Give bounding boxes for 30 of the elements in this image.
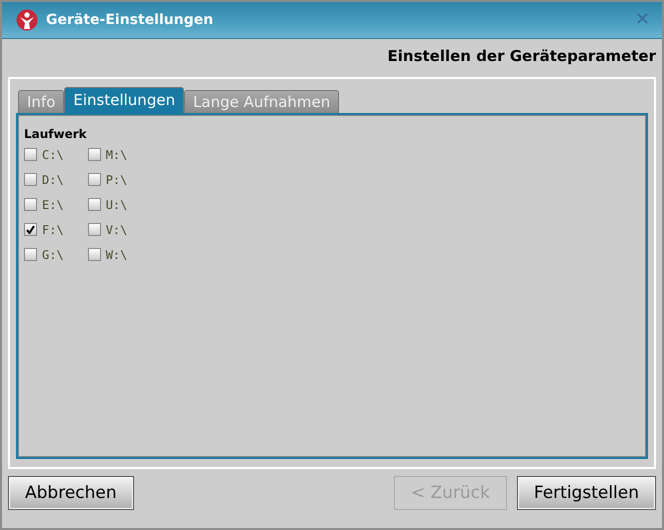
drive-label: G:\ [42,248,64,262]
checkbox[interactable] [88,223,101,236]
drive-label: E:\ [42,198,64,212]
drive-label: P:\ [106,172,128,186]
checkbox[interactable] [24,248,37,261]
checkbox[interactable] [24,198,37,211]
checkbox[interactable] [24,223,37,236]
group-label: Laufwerk [24,127,87,141]
checkbox[interactable] [88,248,101,261]
checkbox[interactable] [88,148,101,161]
tab[interactable]: Einstellungen [64,87,184,113]
page-heading: Einstellen der Geräteparameter [388,47,656,65]
checkbox[interactable] [24,148,37,161]
drive-label: C:\ [42,148,64,162]
drive-label: M:\ [106,148,128,162]
checkbox[interactable] [88,173,101,186]
checkbox[interactable] [24,173,37,186]
drive-label: D:\ [42,172,64,186]
app-logo-icon [16,9,38,31]
checkbox[interactable] [88,198,101,211]
close-icon[interactable]: ✕ [634,11,650,29]
tab[interactable]: Info [18,90,64,113]
drive-label: F:\ [42,222,64,236]
window-title: Geräte-Einstellungen [46,12,214,28]
dialog-button[interactable]: Abbrechen [8,476,134,510]
drive-label: W:\ [106,248,128,262]
drive-label: V:\ [106,222,128,236]
tab[interactable]: Lange Aufnahmen [184,90,340,113]
dialog-button[interactable]: Fertigstellen [516,476,656,510]
drive-label: U:\ [106,198,128,212]
